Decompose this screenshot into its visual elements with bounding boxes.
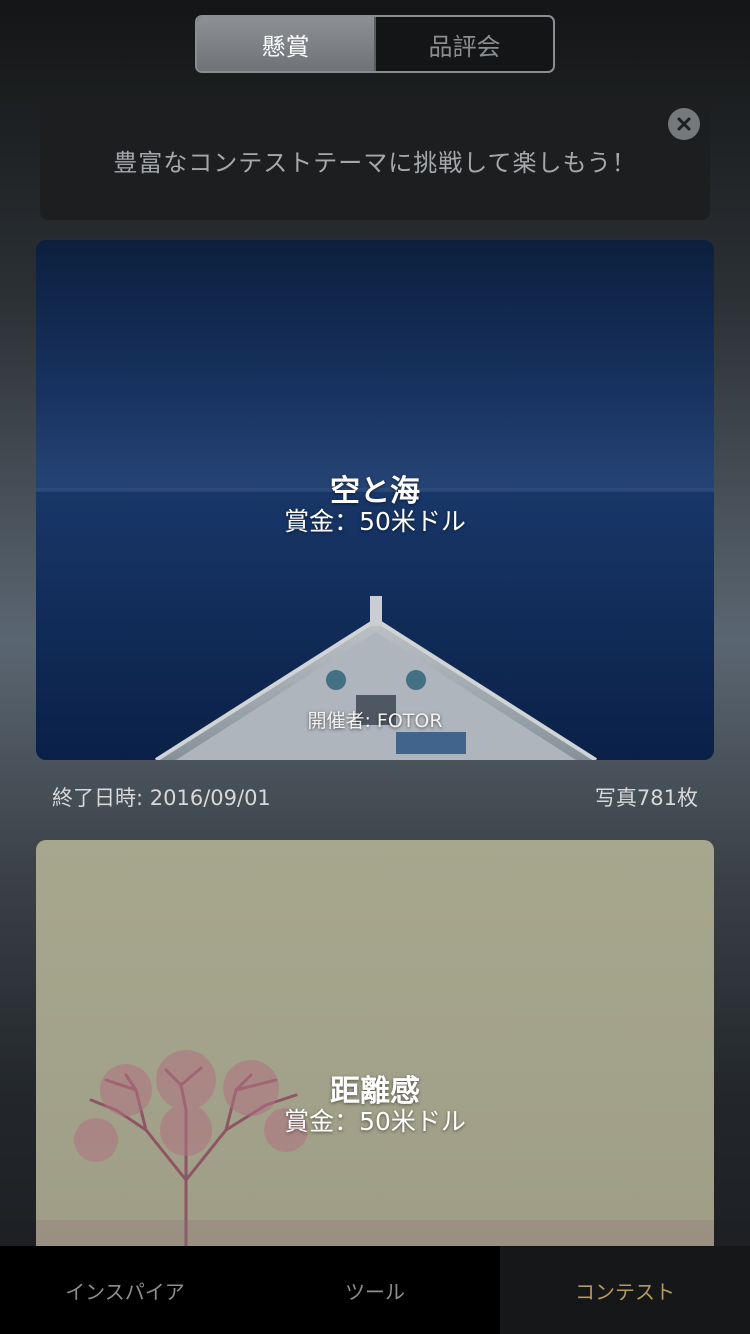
contest-organizer: 開催者: FOTOR (307, 710, 443, 732)
contest-photo-count: 写真781枚 (594, 786, 698, 810)
contest-cover-image (36, 840, 714, 1260)
contest-prize: 賞金：50米ドル (284, 507, 466, 536)
contest-prize: 賞金：50米ドル (284, 1107, 466, 1136)
tab-inspire[interactable]: インスパイア (0, 1246, 250, 1334)
contest-meta-row: 終了日時: 2016/09/01 写真781枚 (52, 782, 698, 812)
contest-card-sense-of-distance[interactable]: 距離感 賞金：50米ドル (36, 840, 714, 1260)
contest-card-sky-and-sea[interactable]: 空と海 賞金：50米ドル 開催者: FOTOR (36, 240, 714, 760)
tab-contest[interactable]: コンテスト (500, 1246, 750, 1334)
tab-tools[interactable]: ツール (250, 1246, 500, 1334)
bottom-tab-bar: インスパイア ツール コンテスト (0, 1246, 750, 1334)
segment-exhibition[interactable]: 品評会 (374, 17, 553, 71)
banner-text: 豊富なコンテストテーマに挑戦して楽しもう！ (113, 148, 637, 177)
segment-prize-contest[interactable]: 懸賞 (197, 17, 374, 71)
info-banner: 豊富なコンテストテーマに挑戦して楽しもう！ (40, 100, 710, 220)
contest-type-segmented-control: 懸賞 品評会 (195, 15, 555, 73)
contest-end-date: 終了日時: 2016/09/01 (52, 786, 271, 810)
banner-close-button[interactable] (668, 108, 700, 140)
close-icon (677, 117, 691, 131)
